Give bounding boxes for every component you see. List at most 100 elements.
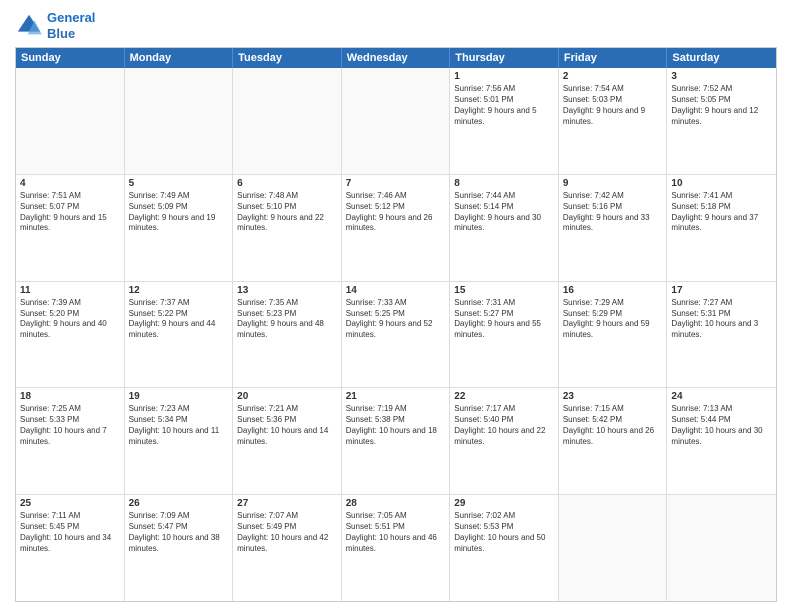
calendar-cell: 15 Sunrise: 7:31 AM Sunset: 5:27 PM Dayli…: [450, 282, 559, 388]
calendar-cell: 1 Sunrise: 7:56 AM Sunset: 5:01 PM Daylig…: [450, 68, 559, 174]
day-number: 12: [129, 285, 229, 296]
cell-info: Sunrise: 7:42 AM Sunset: 5:16 PM Dayligh…: [563, 191, 663, 234]
calendar-cell: [16, 68, 125, 174]
day-number: 20: [237, 391, 337, 402]
day-number: 15: [454, 285, 554, 296]
header-day-sunday: Sunday: [16, 48, 125, 68]
day-number: 8: [454, 178, 554, 189]
cell-info: Sunrise: 7:29 AM Sunset: 5:29 PM Dayligh…: [563, 298, 663, 341]
calendar-body: 1 Sunrise: 7:56 AM Sunset: 5:01 PM Daylig…: [16, 68, 776, 601]
cell-info: Sunrise: 7:19 AM Sunset: 5:38 PM Dayligh…: [346, 404, 446, 447]
cell-info: Sunrise: 7:23 AM Sunset: 5:34 PM Dayligh…: [129, 404, 229, 447]
cell-info: Sunrise: 7:17 AM Sunset: 5:40 PM Dayligh…: [454, 404, 554, 447]
week-row-3: 11 Sunrise: 7:39 AM Sunset: 5:20 PM Dayli…: [16, 282, 776, 389]
cell-info: Sunrise: 7:15 AM Sunset: 5:42 PM Dayligh…: [563, 404, 663, 447]
calendar-cell: 20 Sunrise: 7:21 AM Sunset: 5:36 PM Dayli…: [233, 388, 342, 494]
cell-info: Sunrise: 7:51 AM Sunset: 5:07 PM Dayligh…: [20, 191, 120, 234]
calendar-cell: 7 Sunrise: 7:46 AM Sunset: 5:12 PM Daylig…: [342, 175, 451, 281]
cell-info: Sunrise: 7:46 AM Sunset: 5:12 PM Dayligh…: [346, 191, 446, 234]
day-number: 28: [346, 498, 446, 509]
calendar-cell: 12 Sunrise: 7:37 AM Sunset: 5:22 PM Dayli…: [125, 282, 234, 388]
logo-text: General Blue: [47, 10, 95, 41]
day-number: 14: [346, 285, 446, 296]
day-number: 26: [129, 498, 229, 509]
calendar-cell: 4 Sunrise: 7:51 AM Sunset: 5:07 PM Daylig…: [16, 175, 125, 281]
calendar-cell: [233, 68, 342, 174]
day-number: 5: [129, 178, 229, 189]
day-number: 10: [671, 178, 772, 189]
day-number: 11: [20, 285, 120, 296]
cell-info: Sunrise: 7:41 AM Sunset: 5:18 PM Dayligh…: [671, 191, 772, 234]
calendar-cell: [559, 495, 668, 601]
calendar-cell: 19 Sunrise: 7:23 AM Sunset: 5:34 PM Dayli…: [125, 388, 234, 494]
cell-info: Sunrise: 7:31 AM Sunset: 5:27 PM Dayligh…: [454, 298, 554, 341]
calendar-cell: 23 Sunrise: 7:15 AM Sunset: 5:42 PM Dayli…: [559, 388, 668, 494]
calendar-cell: 2 Sunrise: 7:54 AM Sunset: 5:03 PM Daylig…: [559, 68, 668, 174]
cell-info: Sunrise: 7:39 AM Sunset: 5:20 PM Dayligh…: [20, 298, 120, 341]
header-day-thursday: Thursday: [450, 48, 559, 68]
calendar-cell: 9Sunrise: 7:42 AM Sunset: 5:16 PM Daylig…: [559, 175, 668, 281]
cell-info: Sunrise: 7:56 AM Sunset: 5:01 PM Dayligh…: [454, 84, 554, 127]
calendar-cell: 6Sunrise: 7:48 AM Sunset: 5:10 PM Daylig…: [233, 175, 342, 281]
header-day-saturday: Saturday: [667, 48, 776, 68]
week-row-4: 18 Sunrise: 7:25 AM Sunset: 5:33 PM Dayli…: [16, 388, 776, 495]
day-number: 13: [237, 285, 337, 296]
day-number: 3: [671, 71, 772, 82]
week-row-2: 4 Sunrise: 7:51 AM Sunset: 5:07 PM Daylig…: [16, 175, 776, 282]
cell-info: Sunrise: 7:49 AM Sunset: 5:09 PM Dayligh…: [129, 191, 229, 234]
day-number: 2: [563, 71, 663, 82]
calendar-cell: 3Sunrise: 7:52 AM Sunset: 5:05 PM Daylig…: [667, 68, 776, 174]
calendar-cell: 17Sunrise: 7:27 AM Sunset: 5:31 PM Dayli…: [667, 282, 776, 388]
calendar-cell: 25Sunrise: 7:11 AM Sunset: 5:45 PM Dayli…: [16, 495, 125, 601]
header-day-friday: Friday: [559, 48, 668, 68]
header-day-tuesday: Tuesday: [233, 48, 342, 68]
day-number: 16: [563, 285, 663, 296]
header: General Blue: [15, 10, 777, 41]
day-number: 23: [563, 391, 663, 402]
calendar-cell: 13Sunrise: 7:35 AM Sunset: 5:23 PM Dayli…: [233, 282, 342, 388]
calendar-cell: 21 Sunrise: 7:19 AM Sunset: 5:38 PM Dayli…: [342, 388, 451, 494]
day-number: 7: [346, 178, 446, 189]
cell-info: Sunrise: 7:48 AM Sunset: 5:10 PM Dayligh…: [237, 191, 337, 234]
calendar-cell: [125, 68, 234, 174]
day-number: 18: [20, 391, 120, 402]
week-row-1: 1 Sunrise: 7:56 AM Sunset: 5:01 PM Daylig…: [16, 68, 776, 175]
calendar-header: SundayMondayTuesdayWednesdayThursdayFrid…: [16, 48, 776, 68]
cell-info: Sunrise: 7:33 AM Sunset: 5:25 PM Dayligh…: [346, 298, 446, 341]
cell-info: Sunrise: 7:09 AM Sunset: 5:47 PM Dayligh…: [129, 511, 229, 554]
calendar-cell: 10 Sunrise: 7:41 AM Sunset: 5:18 PM Dayli…: [667, 175, 776, 281]
calendar-cell: 24Sunrise: 7:13 AM Sunset: 5:44 PM Dayli…: [667, 388, 776, 494]
cell-info: Sunrise: 7:44 AM Sunset: 5:14 PM Dayligh…: [454, 191, 554, 234]
calendar-cell: 18 Sunrise: 7:25 AM Sunset: 5:33 PM Dayli…: [16, 388, 125, 494]
calendar: SundayMondayTuesdayWednesdayThursdayFrid…: [15, 47, 777, 602]
day-number: 24: [671, 391, 772, 402]
day-number: 19: [129, 391, 229, 402]
calendar-cell: [667, 495, 776, 601]
week-row-5: 25Sunrise: 7:11 AM Sunset: 5:45 PM Dayli…: [16, 495, 776, 601]
calendar-cell: 5 Sunrise: 7:49 AM Sunset: 5:09 PM Daylig…: [125, 175, 234, 281]
day-number: 21: [346, 391, 446, 402]
calendar-cell: 16 Sunrise: 7:29 AM Sunset: 5:29 PM Dayli…: [559, 282, 668, 388]
cell-info: Sunrise: 7:07 AM Sunset: 5:49 PM Dayligh…: [237, 511, 337, 554]
calendar-cell: 26 Sunrise: 7:09 AM Sunset: 5:47 PM Dayli…: [125, 495, 234, 601]
day-number: 27: [237, 498, 337, 509]
calendar-cell: 29Sunrise: 7:02 AM Sunset: 5:53 PM Dayli…: [450, 495, 559, 601]
cell-info: Sunrise: 7:25 AM Sunset: 5:33 PM Dayligh…: [20, 404, 120, 447]
day-number: 4: [20, 178, 120, 189]
day-number: 22: [454, 391, 554, 402]
cell-info: Sunrise: 7:37 AM Sunset: 5:22 PM Dayligh…: [129, 298, 229, 341]
header-day-wednesday: Wednesday: [342, 48, 451, 68]
cell-info: Sunrise: 7:05 AM Sunset: 5:51 PM Dayligh…: [346, 511, 446, 554]
calendar-cell: 27 Sunrise: 7:07 AM Sunset: 5:49 PM Dayli…: [233, 495, 342, 601]
calendar-cell: [342, 68, 451, 174]
calendar-cell: 28 Sunrise: 7:05 AM Sunset: 5:51 PM Dayli…: [342, 495, 451, 601]
day-number: 29: [454, 498, 554, 509]
cell-info: Sunrise: 7:21 AM Sunset: 5:36 PM Dayligh…: [237, 404, 337, 447]
calendar-cell: 22 Sunrise: 7:17 AM Sunset: 5:40 PM Dayli…: [450, 388, 559, 494]
cell-info: Sunrise: 7:54 AM Sunset: 5:03 PM Dayligh…: [563, 84, 663, 127]
day-number: 25: [20, 498, 120, 509]
page: General Blue SundayMondayTuesdayWednesda…: [0, 0, 792, 612]
calendar-cell: 14 Sunrise: 7:33 AM Sunset: 5:25 PM Dayli…: [342, 282, 451, 388]
day-number: 1: [454, 71, 554, 82]
day-number: 17: [671, 285, 772, 296]
